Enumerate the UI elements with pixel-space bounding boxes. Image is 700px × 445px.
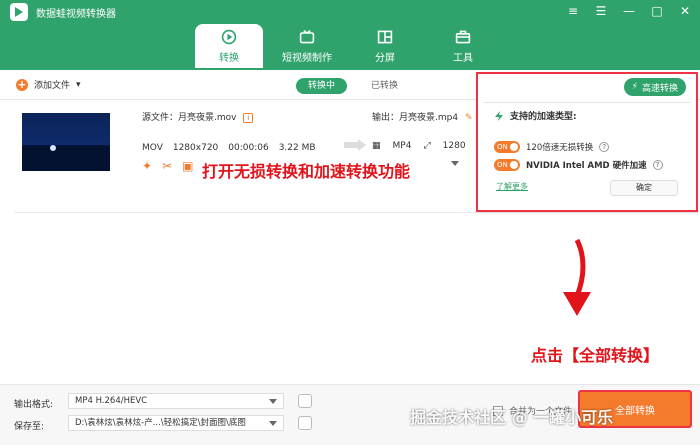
annotation-click-convert-all: 点击【全部转换】: [531, 346, 660, 365]
speed-title-text: 支持的加速类型:: [510, 112, 577, 122]
app-title: 数据蛙视频转换器: [36, 8, 116, 20]
edit-tools: ✦ ✂ ▣: [142, 159, 193, 173]
lossless-option-label: 120倍速无损转换: [526, 143, 594, 153]
scissors-icon[interactable]: ✂: [162, 159, 172, 173]
help-icon[interactable]: ?: [599, 142, 610, 152]
hardware-accel-label: NVIDIA Intel AMD 硬件加速: [526, 161, 647, 171]
tab-converting[interactable]: 转换中: [296, 78, 348, 94]
output-format: MP4: [392, 141, 412, 151]
help-icon[interactable]: ?: [652, 160, 663, 170]
hardware-accel-row: ON NVIDIA Intel AMD 硬件加速 ?: [494, 159, 663, 171]
tab-convert-label: 转换: [219, 52, 239, 64]
app-title-wrap: 数据蛙视频转换器: [10, 3, 116, 21]
minimize-icon[interactable]: —: [622, 4, 636, 18]
bolt-icon: ⚡: [631, 82, 638, 92]
add-file-label: 添加文件: [34, 81, 71, 91]
chevron-down-icon[interactable]: [450, 158, 460, 168]
tab-converted[interactable]: 已转换: [359, 78, 410, 94]
tab-split-screen-label: 分屏: [375, 52, 395, 64]
folder-icon[interactable]: [298, 416, 312, 430]
add-file-button[interactable]: + 添加文件 ▾: [16, 78, 81, 91]
top-bar: 数据蛙视频转换器 ≡ ☰ — □ ✕ 转换 短视频制作 分屏 工具: [0, 0, 700, 70]
menu-icon[interactable]: ≡: [566, 4, 580, 18]
chevron-down-icon[interactable]: ▾: [76, 80, 81, 90]
source-size: 3.22 MB: [278, 143, 316, 153]
toolbox-icon: [455, 30, 471, 43]
high-speed-label: 高速转换: [641, 83, 678, 94]
output-format-select[interactable]: MP4 H.264/HEVC: [68, 393, 284, 409]
convert-icon: [221, 29, 237, 44]
output-file-label: 输出：月亮夜景.mp4 ✎: [372, 110, 473, 123]
magic-icon[interactable]: ✦: [142, 159, 152, 173]
source-file-text: 源文件：月亮夜景.mov: [142, 113, 237, 123]
output-file-text: 输出：月亮夜景.mp4: [372, 113, 459, 123]
source-format: MOV: [142, 143, 163, 153]
pencil-icon[interactable]: ✎: [465, 113, 473, 123]
settings-icon[interactable]: [298, 394, 312, 408]
red-arrow-down-icon: [563, 238, 591, 316]
output-resolution: 1280: [442, 141, 466, 151]
close-icon[interactable]: ✕: [678, 4, 692, 18]
row-divider: [14, 212, 698, 213]
lossless-toggle[interactable]: ON: [494, 141, 520, 153]
source-duration: 00:00:06: [228, 143, 269, 153]
tab-split-screen[interactable]: 分屏: [351, 24, 419, 68]
edit-icon[interactable]: ▣: [182, 159, 193, 173]
lossless-option-row: ON 120倍速无损转换 ?: [494, 141, 610, 153]
source-file-label: 源文件：月亮夜景.mov i: [142, 110, 254, 123]
speed-title: 支持的加速类型:: [494, 109, 577, 122]
annotation-open-lossless: 打开无损转换和加速转换功能: [202, 162, 411, 181]
tab-tools[interactable]: 工具: [429, 24, 497, 68]
output-meta: ▦ MP4 ⤢ 1280: [372, 141, 466, 151]
hardware-accel-toggle[interactable]: ON: [494, 159, 520, 171]
high-speed-button[interactable]: ⚡ 高速转换: [623, 78, 686, 96]
main-tabs: 转换 短视频制作 分屏 工具: [195, 24, 497, 68]
save-to-label: 保存至:: [14, 422, 45, 432]
window-controls: ≡ ☰ — □ ✕: [566, 4, 692, 18]
source-meta: MOV 1280x720 00:00:06 3.22 MB: [142, 143, 316, 153]
tab-convert[interactable]: 转换: [195, 24, 263, 68]
watermark-text: 掘金技术社区 @ 一罐小可乐: [410, 408, 614, 427]
source-resolution: 1280x720: [172, 143, 219, 153]
tab-short-video[interactable]: 短视频制作: [273, 24, 341, 68]
tv-icon: [299, 29, 315, 43]
moon-icon: [50, 145, 56, 151]
speed-panel-body: 支持的加速类型: ON 120倍速无损转换 ? ON NVIDIA Intel …: [484, 102, 690, 204]
learn-more-link[interactable]: 了解更多: [496, 181, 528, 192]
save-to-select[interactable]: D:\袁林炫\袁林炫-产...\轻松搞定\封面图\底图: [68, 415, 284, 431]
info-icon[interactable]: i: [243, 113, 254, 123]
app-logo-icon: [10, 3, 28, 21]
speed-settings-panel: ⚡ 高速转换 支持的加速类型: ON 120倍速无损转换 ? ON NVIDIA…: [476, 72, 698, 212]
tab-short-video-label: 短视频制作: [282, 52, 332, 64]
expand-icon: ⤢: [423, 141, 431, 151]
arrow-right-icon: [344, 139, 366, 151]
video-thumbnail[interactable]: [22, 113, 110, 171]
tab-tools-label: 工具: [453, 52, 473, 64]
film-icon: ▦: [372, 141, 381, 151]
maximize-icon[interactable]: □: [650, 4, 664, 18]
bolt-icon: [495, 110, 503, 121]
list-icon[interactable]: ☰: [594, 4, 608, 18]
status-segment: 转换中 已转换: [296, 78, 410, 94]
output-format-label: 输出格式:: [14, 400, 54, 410]
plus-icon: +: [16, 77, 28, 91]
confirm-button[interactable]: 确定: [610, 180, 678, 196]
split-screen-icon: [377, 30, 393, 43]
